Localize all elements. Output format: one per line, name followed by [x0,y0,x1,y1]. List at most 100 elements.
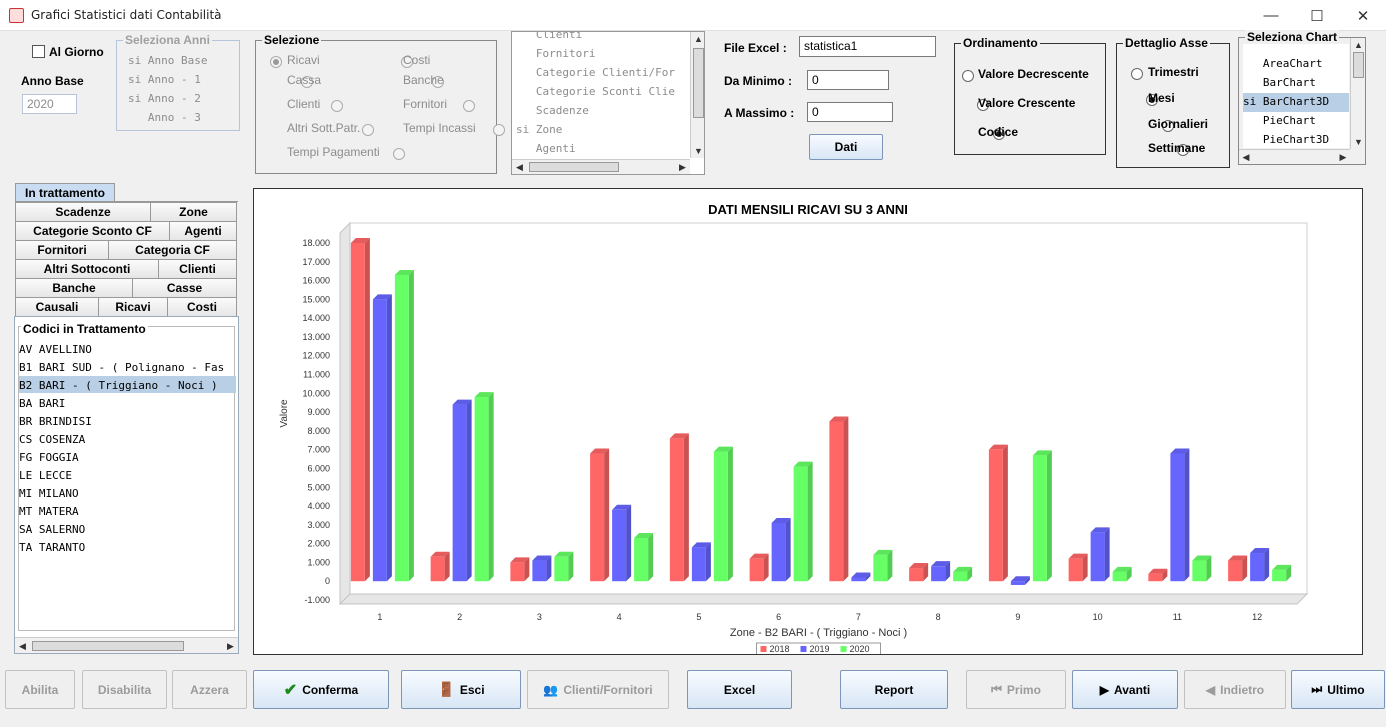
chart-type-item[interactable]: PieChart3D [1243,133,1329,146]
chart-type-listbox[interactable]: AreaChart BarChart si BarChart3D PieChar… [1243,44,1349,148]
chart-type-item[interactable]: AreaChart [1243,57,1323,70]
tab-clienti[interactable]: Clienti [158,259,237,278]
valore-decrescente-radio[interactable] [962,69,974,82]
codice-list-item[interactable]: AV AVELLINO [19,343,92,356]
tab-altri-sottoconti[interactable]: Altri Sottoconti [15,259,159,278]
ordinamento-group: Ordinamento Valore Decrescente Valore Cr… [954,36,1106,155]
categoria-list-item[interactable]: Clienti [516,32,582,41]
tempi-incassi-radio[interactable] [493,123,506,136]
scroll-right-arrow-icon[interactable]: ▶ [1336,150,1350,165]
scroll-down-arrow-icon[interactable]: ▼ [1351,135,1366,148]
conferma-button[interactable]: ✔ Conferma [253,670,389,709]
minimize-button[interactable]: — [1248,0,1294,31]
chart-type-item[interactable]: BarChart [1243,76,1316,89]
tab-costi[interactable]: Costi [167,297,237,316]
categoria-list-item[interactable]: Fornitori [516,47,596,60]
tab-ricavi[interactable]: Ricavi [98,297,168,316]
tab-in-trattamento[interactable]: In trattamento [15,183,115,202]
avanti-button[interactable]: ▶ Avanti [1072,670,1178,709]
azzera-button[interactable]: Azzera [172,670,247,709]
clienti-radio[interactable] [331,99,344,112]
scroll-down-arrow-icon[interactable]: ▼ [691,144,704,158]
clienti-fornitori-button[interactable]: 👥 Clienti/Fornitori [527,670,669,709]
al-giorno-checkbox[interactable] [32,45,45,58]
primo-button[interactable]: ⏮ Primo [966,670,1066,709]
scroll-up-arrow-icon[interactable]: ▲ [1351,38,1366,51]
altri-sott-patr-radio[interactable] [362,123,375,136]
tab-categorie-sconto-cf[interactable]: Categorie Sconto CF [15,221,170,240]
tab-casse[interactable]: Casse [132,278,237,297]
categorie-hscrollbar[interactable]: ◀ ▶ [512,159,690,174]
anno-list-item[interactable]: si Anno - 2 [128,92,201,105]
codici-hscrollbar[interactable]: ◀ ▶ [15,637,238,653]
chart-type-vscrollbar[interactable]: ▲ ▼ [1350,38,1365,149]
codice-list-item[interactable]: BR BRINDISI [19,415,92,428]
ricavi-radio[interactable] [270,55,282,68]
file-excel-input[interactable]: statistica1 [799,36,936,57]
scroll-right-arrow-icon[interactable]: ▶ [675,160,690,174]
scroll-thumb[interactable] [693,48,704,118]
codice-list-item[interactable]: B1 BARI SUD - ( Polignano - Fas [19,361,237,374]
esci-button[interactable]: 🚪 Esci [401,670,521,709]
chart-type-hscrollbar[interactable]: ◀ ▶ [1239,149,1350,164]
anno-base-input[interactable]: 2020 [22,94,77,114]
categoria-list-item[interactable]: Categorie Sconti Clie [516,85,675,98]
codice-list-item[interactable]: SA SALERNO [19,523,85,536]
categoria-list-item[interactable]: Categorie Clienti/For [516,66,675,79]
scroll-up-arrow-icon[interactable]: ▲ [691,32,704,46]
x-tick-label: 7 [856,612,861,622]
categoria-list-item[interactable]: Scadenze [516,104,589,117]
scroll-thumb[interactable] [1353,52,1364,78]
maximize-button[interactable]: ☐ [1294,0,1340,31]
tab-categoria-cf[interactable]: Categoria CF [108,240,237,259]
first-record-icon: ⏮ [991,682,1002,696]
anno-list-item[interactable]: Anno - 3 [128,111,201,124]
trimestri-label: Trimestri [1148,65,1199,79]
fornitori-radio[interactable] [462,99,475,112]
disabilita-label: Disabilita [97,682,152,697]
categoria-list-item[interactable]: Agenti [516,142,576,155]
x-tick-label: 8 [936,612,941,622]
scroll-right-arrow-icon[interactable]: ▶ [223,638,238,654]
abilita-button[interactable]: Abilita [5,670,75,709]
scroll-left-arrow-icon[interactable]: ◀ [512,160,527,174]
categoria-list-item[interactable]: si Zone [516,123,562,136]
anno-list-item[interactable]: si Anno Base [128,54,207,67]
hscroll-thumb[interactable] [529,162,619,172]
hscroll-thumb[interactable] [32,641,184,651]
tab-causali[interactable]: Causali [15,297,99,316]
indietro-button[interactable]: ◀ Indietro [1184,670,1286,709]
codice-list-item[interactable]: MT MATERA [19,505,79,518]
tab-banche[interactable]: Banche [15,278,133,297]
report-button[interactable]: Report [840,670,948,709]
close-button[interactable]: ✕ [1340,0,1386,31]
codice-list-item[interactable]: MI MILANO [19,487,79,500]
dati-button[interactable]: Dati [809,134,883,160]
categorie-listbox[interactable]: Clienti Fornitori Categorie Clienti/For … [511,31,705,175]
codice-list-item[interactable]: LE LECCE [19,469,72,482]
codice-list-item[interactable]: BA BARI [19,397,65,410]
tab-agenti[interactable]: Agenti [169,221,237,240]
anno-list-item[interactable]: si Anno - 1 [128,73,201,86]
tab-fornitori[interactable]: Fornitori [15,240,109,259]
excel-button[interactable]: Excel [687,670,792,709]
codice-list-item[interactable]: FG FOGGIA [19,451,79,464]
banche-label: Banche [403,73,444,87]
scroll-left-arrow-icon[interactable]: ◀ [15,638,30,654]
tab-zone[interactable]: Zone [150,202,237,221]
bar-side [683,433,689,582]
tempi-pagamenti-radio[interactable] [392,147,405,160]
codice-list-item[interactable]: TA TARANTO [19,541,85,554]
chart-type-item[interactable]: PieChart [1243,114,1316,127]
codice-list-item-selected[interactable]: B2 BARI - ( Triggiano - Noci ) [19,379,218,392]
codice-list-item[interactable]: CS COSENZA [19,433,85,446]
disabilita-button[interactable]: Disabilita [82,670,167,709]
chart-type-item-selected[interactable]: si BarChart3D [1243,95,1329,108]
categorie-vscrollbar[interactable]: ▲ ▼ [690,32,704,158]
ultimo-button[interactable]: ⏭ Ultimo [1291,670,1385,709]
scroll-left-arrow-icon[interactable]: ◀ [1239,150,1253,165]
da-minimo-input[interactable]: 0 [807,70,889,90]
trimestri-radio[interactable] [1131,67,1143,80]
a-massimo-input[interactable]: 0 [807,102,893,122]
tab-scadenze[interactable]: Scadenze [15,202,151,221]
